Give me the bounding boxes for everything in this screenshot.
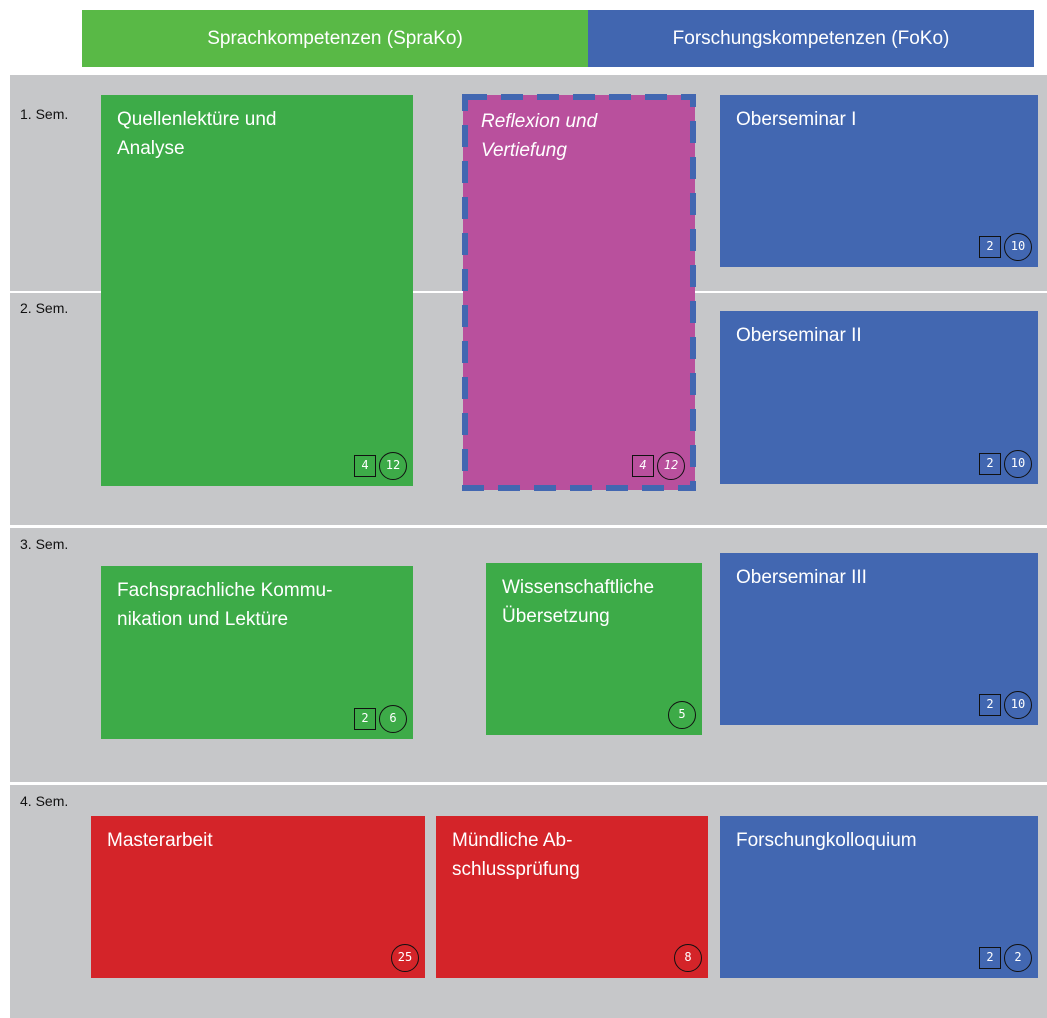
module-muendliche-abschlusspruefung: Mündliche Ab- schlussprüfung 8 bbox=[436, 816, 708, 978]
lp-badge: 8 bbox=[674, 944, 702, 972]
foko-header-label: Forschungskompetenzen (FoKo) bbox=[672, 27, 950, 49]
sws-badge: 2 bbox=[979, 947, 1001, 969]
semester-label-2: 2. Sem. bbox=[20, 300, 69, 316]
lp-badge: 10 bbox=[1004, 691, 1032, 719]
module-badges: 2 2 bbox=[979, 944, 1032, 972]
sws-badge: 4 bbox=[632, 455, 654, 477]
lp-badge: 10 bbox=[1004, 233, 1032, 261]
module-badges: 4 12 bbox=[354, 452, 407, 480]
sws-badge: 4 bbox=[354, 455, 376, 477]
module-title: Reflexion und Vertiefung bbox=[481, 111, 598, 161]
module-oberseminar-3: Oberseminar III 2 10 bbox=[720, 553, 1038, 725]
sws-badge: 2 bbox=[354, 708, 376, 730]
module-fachsprachliche: Fachsprachliche Kommu- nikation und Lekt… bbox=[101, 566, 413, 739]
foko-header: Forschungskompetenzen (FoKo) bbox=[588, 10, 1034, 67]
lp-badge: 5 bbox=[668, 701, 696, 729]
module-badges: 2 10 bbox=[979, 450, 1032, 478]
module-badges: 5 bbox=[668, 701, 696, 729]
semester-label-3: 3. Sem. bbox=[20, 536, 69, 552]
semester-label-4: 4. Sem. bbox=[20, 793, 69, 809]
sws-badge: 2 bbox=[979, 453, 1001, 475]
module-oberseminar-1: Oberseminar I 2 10 bbox=[720, 95, 1038, 267]
sprako-header: Sprachkompetenzen (SpraKo) bbox=[82, 10, 588, 67]
module-badges: 2 6 bbox=[354, 705, 407, 733]
module-title: Masterarbeit bbox=[107, 830, 213, 851]
lp-badge: 6 bbox=[379, 705, 407, 733]
module-badges: 2 10 bbox=[979, 233, 1032, 261]
module-reflexion-optional: Reflexion und Vertiefung 4 12 bbox=[463, 95, 695, 490]
lp-badge: 12 bbox=[379, 452, 407, 480]
module-oberseminar-2: Oberseminar II 2 10 bbox=[720, 311, 1038, 484]
lp-badge: 10 bbox=[1004, 450, 1032, 478]
module-quellenlektuere: Quellenlektüre und Analyse 4 12 bbox=[101, 95, 413, 486]
sprako-header-label: Sprachkompetenzen (SpraKo) bbox=[207, 27, 463, 49]
module-badges: 8 bbox=[674, 944, 702, 972]
module-badges: 2 10 bbox=[979, 691, 1032, 719]
semester-label-1: 1. Sem. bbox=[20, 106, 69, 122]
sws-badge: 2 bbox=[979, 236, 1001, 258]
module-title: Oberseminar II bbox=[736, 325, 862, 346]
module-title: Mündliche Ab- schlussprüfung bbox=[452, 830, 580, 880]
module-badges: 4 12 bbox=[632, 452, 685, 480]
lp-badge: 12 bbox=[657, 452, 685, 480]
module-title: Quellenlektüre und Analyse bbox=[117, 109, 277, 159]
module-title: Oberseminar I bbox=[736, 109, 857, 130]
module-badges: 25 bbox=[391, 944, 419, 972]
module-title: Oberseminar III bbox=[736, 567, 867, 588]
module-title: Fachsprachliche Kommu- nikation und Lekt… bbox=[117, 580, 333, 630]
module-forschungkolloquium: Forschungkolloquium 2 2 bbox=[720, 816, 1038, 978]
module-masterarbeit: Masterarbeit 25 bbox=[91, 816, 425, 978]
module-wissenschaftliche-uebersetzung: Wissenschaftliche Übersetzung 5 bbox=[486, 563, 702, 735]
lp-badge: 2 bbox=[1004, 944, 1032, 972]
lp-badge: 25 bbox=[391, 944, 419, 972]
module-title: Forschungkolloquium bbox=[736, 830, 917, 851]
sws-badge: 2 bbox=[979, 694, 1001, 716]
module-title: Wissenschaftliche Übersetzung bbox=[502, 577, 655, 627]
